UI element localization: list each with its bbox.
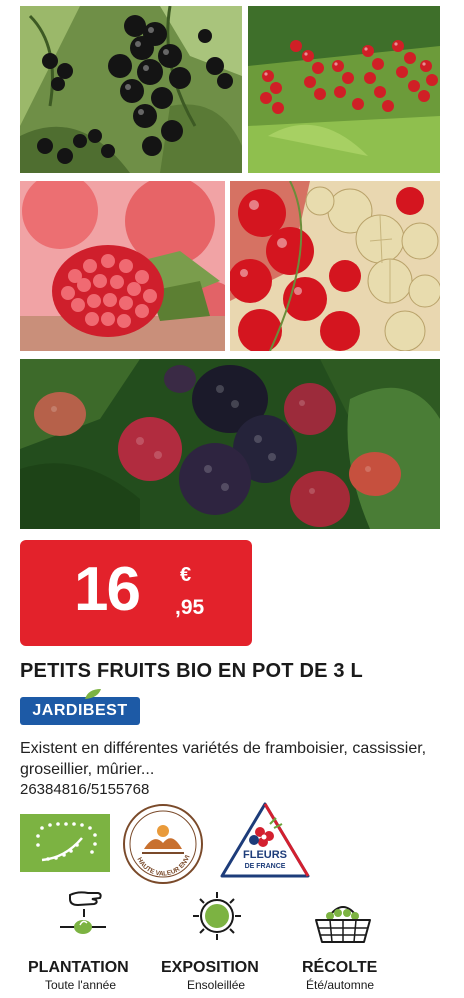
fleurs-de-france-label: FLEURS DE FRANCE: [220, 802, 310, 884]
fleurs-title: FLEURS: [243, 849, 287, 861]
hand-planting-icon: [58, 887, 108, 948]
recolte-title: RÉCOLTE: [302, 959, 378, 976]
gooseberry-photo: [230, 181, 440, 351]
exposition-title: EXPOSITION: [161, 959, 259, 976]
product-reference: 26384816/5155768: [20, 781, 150, 798]
plantation-subtitle: Toute l'année: [45, 978, 117, 992]
product-title: PETITS FRUITS BIO EN POT DE 3 L: [20, 660, 363, 682]
price-tag: 16 € ,95: [20, 540, 252, 646]
blackcurrant-photo: [20, 6, 242, 173]
price-decimals: ,95: [175, 596, 205, 619]
redcurrant-photo: [248, 6, 440, 173]
price-integer: 16: [74, 555, 141, 624]
recolte-subtitle: Été/automne: [306, 978, 375, 992]
sun-icon: [191, 890, 243, 947]
brand-name: JARDIBEST: [32, 702, 128, 719]
brand-logo: JARDIBEST: [20, 689, 140, 725]
exposition-subtitle: Ensoleillée: [187, 978, 246, 992]
organic-label: [20, 814, 110, 872]
product-description: Existent en différentes variétés de fram…: [20, 740, 427, 778]
fleurs-subtitle: DE FRANCE: [245, 863, 286, 870]
hve-label: HAUTE VALEUR ENVIRONNEMENTALE: [119, 798, 204, 885]
organic-leaf-icon: [20, 814, 110, 872]
blackberry-photo: [20, 359, 440, 529]
raspberry-photo: [20, 181, 225, 351]
plantation-title: PLANTATION: [28, 959, 129, 976]
price-currency: €: [180, 564, 192, 586]
basket-icon: [312, 898, 374, 953]
leaf-icon: [85, 689, 101, 699]
